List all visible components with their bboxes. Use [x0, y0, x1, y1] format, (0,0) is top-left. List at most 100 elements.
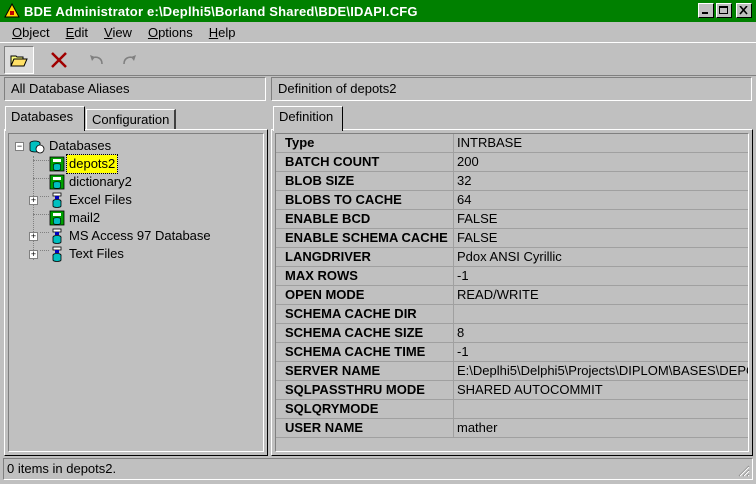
close-button[interactable]	[736, 3, 752, 18]
databases-tab-page: − Databases depots2 dictionary2 + Excel Fil…	[4, 129, 268, 456]
expand-toggle-excel-files[interactable]: +	[29, 196, 38, 205]
expand-toggle-text-files[interactable]: +	[29, 250, 38, 259]
definition-value[interactable]	[454, 305, 748, 323]
minimize-button[interactable]	[698, 3, 714, 18]
definition-key: USER NAME	[276, 419, 454, 437]
tree-root-label[interactable]: Databases	[47, 137, 113, 155]
definition-row: LANGDRIVER Pdox ANSI Cyrillic	[276, 248, 748, 267]
menu-bar: Object Edit View Options Help	[0, 22, 756, 42]
definition-value[interactable]: mather	[454, 419, 748, 437]
menu-help[interactable]: Help	[201, 25, 244, 40]
status-bar: 0 items in depots2.	[3, 458, 753, 480]
definition-value[interactable]: 32	[454, 172, 748, 190]
database-alias-icon	[49, 210, 65, 226]
definition-key: SQLPASSTHRU MODE	[276, 381, 454, 399]
definition-key: SCHEMA CACHE TIME	[276, 343, 454, 361]
definition-row: BLOBS TO CACHE 64	[276, 191, 748, 210]
status-text: 0 items in depots2.	[7, 461, 117, 476]
redo-button[interactable]	[114, 46, 144, 74]
app-icon	[4, 2, 20, 19]
database-alias-icon	[49, 156, 65, 172]
definition-value[interactable]: FALSE	[454, 229, 748, 247]
definition-key: SERVER NAME	[276, 362, 454, 380]
resize-grip-icon[interactable]	[738, 465, 750, 477]
definition-row: ENABLE BCD FALSE	[276, 210, 748, 229]
definition-value[interactable]	[454, 400, 748, 418]
definition-key: Type	[276, 134, 454, 152]
database-alias-icon	[49, 192, 65, 208]
definition-row: SQLPASSTHRU MODE SHARED AUTOCOMMIT	[276, 381, 748, 400]
definition-row: MAX ROWS -1	[276, 267, 748, 286]
definition-key: BLOB SIZE	[276, 172, 454, 190]
definition-value[interactable]: -1	[454, 267, 748, 285]
undo-button[interactable]	[82, 46, 112, 74]
definition-key: BATCH COUNT	[276, 153, 454, 171]
definition-key: ENABLE BCD	[276, 210, 454, 228]
definition-tab-page: Type INTRBASE BATCH COUNT 200 BLOB SIZE 32 BLO…	[271, 129, 753, 456]
definition-grid-view: Type INTRBASE BATCH COUNT 200 BLOB SIZE 32 BLO…	[275, 133, 749, 452]
undo-icon	[90, 55, 103, 65]
tree-item-dictionary2[interactable]: dictionary2	[67, 173, 134, 191]
definition-row: SERVER NAME E:\Deplhi5\Delphi5\Projects\D…	[276, 362, 748, 381]
database-alias-icon	[49, 246, 65, 262]
database-tree-view[interactable]: − Databases depots2 dictionary2 + Excel Fil…	[8, 133, 264, 452]
definition-value[interactable]: E:\Deplhi5\Delphi5\Projects\DIPLOM\BASES…	[454, 362, 748, 380]
definition-row: OPEN MODE READ/WRITE	[276, 286, 748, 305]
root-collapse-toggle[interactable]: −	[15, 142, 24, 151]
definition-row: ENABLE SCHEMA CACHE FALSE	[276, 229, 748, 248]
menu-options[interactable]: Options	[140, 25, 201, 40]
definition-key: ENABLE SCHEMA CACHE	[276, 229, 454, 247]
definition-key: SQLQRYMODE	[276, 400, 454, 418]
definition-value[interactable]: Pdox ANSI Cyrillic	[454, 248, 748, 266]
definition-key: OPEN MODE	[276, 286, 454, 304]
definition-value[interactable]: READ/WRITE	[454, 286, 748, 304]
tab-databases[interactable]: Databases	[5, 106, 85, 131]
definition-key: SCHEMA CACHE DIR	[276, 305, 454, 323]
tab-definition[interactable]: Definition	[273, 106, 343, 131]
database-alias-icon	[49, 174, 65, 190]
definition-row: SQLQRYMODE	[276, 400, 748, 419]
databases-root-icon	[29, 139, 45, 155]
definition-value[interactable]: FALSE	[454, 210, 748, 228]
menu-object[interactable]: Object	[4, 25, 58, 40]
tree-item-mail2[interactable]: mail2	[67, 209, 102, 227]
definition-key: BLOBS TO CACHE	[276, 191, 454, 209]
definition-row: Type INTRBASE	[276, 134, 748, 153]
expand-toggle-ms-access-97-database[interactable]: +	[29, 232, 38, 241]
definition-key: MAX ROWS	[276, 267, 454, 285]
bde-administrator-window: BDE Administrator e:\Deplhi5\Borland Sha…	[0, 0, 756, 484]
tree-item-excel-files[interactable]: Excel Files	[67, 191, 134, 209]
delete-x-icon	[51, 52, 67, 68]
definition-key: SCHEMA CACHE SIZE	[276, 324, 454, 342]
definition-value[interactable]: 8	[454, 324, 748, 342]
definition-grid: Type INTRBASE BATCH COUNT 200 BLOB SIZE 32 BLO…	[276, 134, 748, 451]
tree-item-depots2[interactable]: depots2	[65, 154, 119, 174]
definition-row: SCHEMA CACHE TIME -1	[276, 343, 748, 362]
open-button[interactable]	[4, 46, 34, 74]
redo-icon	[123, 55, 136, 65]
tree-item-ms-access-97-database[interactable]: MS Access 97 Database	[67, 227, 213, 245]
definition-row: USER NAME mather	[276, 419, 748, 438]
tree-item-text-files[interactable]: Text Files	[67, 245, 126, 263]
definition-value[interactable]: INTRBASE	[454, 134, 748, 152]
database-tree: − Databases depots2 dictionary2 + Excel Fil…	[9, 134, 263, 451]
title-bar[interactable]: BDE Administrator e:\Deplhi5\Borland Sha…	[0, 0, 756, 22]
definition-value[interactable]: 200	[454, 153, 748, 171]
definition-row: SCHEMA CACHE SIZE 8	[276, 324, 748, 343]
maximize-button[interactable]	[716, 3, 732, 18]
delete-button[interactable]	[44, 46, 74, 74]
window-title: BDE Administrator e:\Deplhi5\Borland Sha…	[24, 3, 418, 19]
definition-row: SCHEMA CACHE DIR	[276, 305, 748, 324]
definition-row: BLOB SIZE 32	[276, 172, 748, 191]
definition-value[interactable]: SHARED AUTOCOMMIT	[454, 381, 748, 399]
menu-edit[interactable]: Edit	[58, 25, 96, 40]
definition-value[interactable]: -1	[454, 343, 748, 361]
tab-configuration[interactable]: Configuration	[86, 109, 176, 131]
definition-value[interactable]: 64	[454, 191, 748, 209]
aliases-header: All Database Aliases	[4, 77, 266, 101]
definition-key: LANGDRIVER	[276, 248, 454, 266]
definition-row: BATCH COUNT 200	[276, 153, 748, 172]
database-alias-icon	[49, 228, 65, 244]
toolbar	[0, 42, 756, 76]
menu-view[interactable]: View	[96, 25, 140, 40]
